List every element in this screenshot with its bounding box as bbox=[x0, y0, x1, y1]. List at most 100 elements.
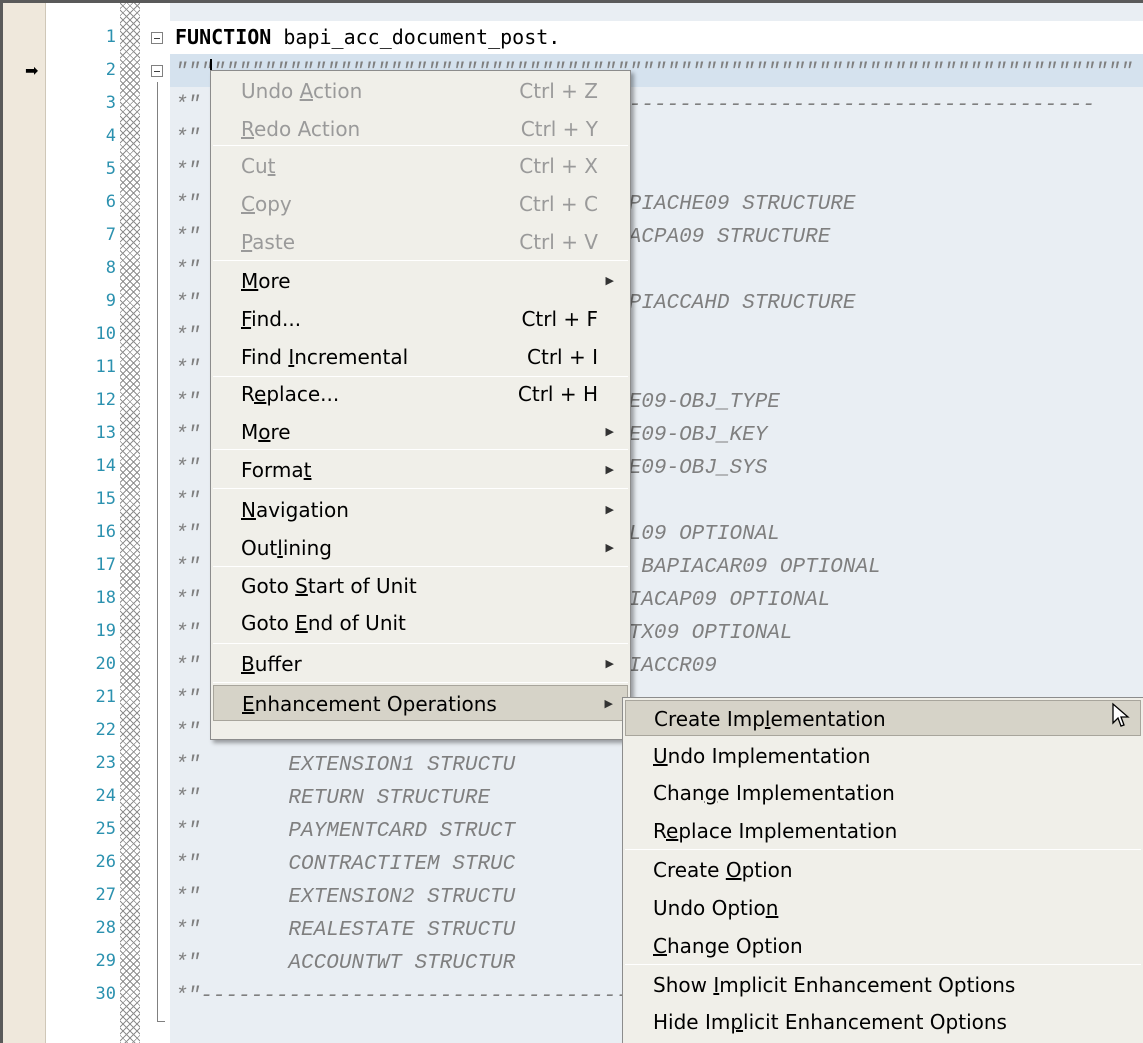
submenu-item[interactable]: Undo Option bbox=[625, 890, 1141, 926]
comment-text: *" bbox=[175, 490, 201, 513]
code-line: *" bbox=[175, 483, 200, 516]
label-part: aste bbox=[252, 230, 295, 254]
submenu-item[interactable]: Create Option bbox=[625, 852, 1141, 888]
menu-item-label: Copy bbox=[241, 192, 292, 216]
breakpoint-gutter[interactable] bbox=[3, 3, 45, 1043]
submenu-item-label: Replace Implementation bbox=[653, 819, 897, 843]
submenu-item[interactable]: Change Implementation bbox=[625, 775, 1141, 811]
submenu-item[interactable]: Show Implicit Enhancement Options bbox=[625, 967, 1141, 1003]
menu-item-label: Format bbox=[241, 458, 311, 482]
submenu-arrow-icon: ▶ bbox=[605, 657, 614, 670]
menu-item[interactable]: Undo Action Ctrl + Z bbox=[213, 73, 628, 109]
menu-separator bbox=[625, 964, 1141, 965]
menu-item-label: Find... bbox=[241, 307, 301, 331]
submenu-item[interactable]: Replace Implementation bbox=[625, 813, 1141, 849]
code-line: *" bbox=[175, 252, 200, 285]
menu-item[interactable]: Find Incremental Ctrl + I bbox=[213, 339, 628, 375]
comment-text: *" bbox=[175, 325, 201, 348]
mnemonic: B bbox=[241, 652, 255, 676]
menu-item[interactable]: Goto Start of Unit bbox=[213, 568, 628, 604]
shortcut-label: Ctrl + I bbox=[527, 345, 598, 369]
submenu-arrow-icon: ▶ bbox=[605, 425, 614, 438]
fold-guide-line bbox=[157, 82, 158, 1022]
code-line: *" EXTENSION2 STRUCTU bbox=[175, 879, 515, 912]
submenu-item-label: Undo Implementation bbox=[653, 744, 870, 768]
submenu-arrow-icon: ▶ bbox=[605, 463, 614, 476]
menu-item[interactable]: Paste Ctrl + V bbox=[213, 224, 628, 260]
menu-item-label: Find Incremental bbox=[241, 345, 408, 369]
menu-item[interactable]: Redo Action Ctrl + Y bbox=[213, 111, 628, 147]
code-text: bapi_acc_document_post. bbox=[271, 25, 561, 49]
label-part: nd of Unit bbox=[307, 611, 406, 635]
label-part: ementation bbox=[770, 707, 886, 731]
menu-item[interactable]: Outlining ▶ bbox=[213, 530, 628, 566]
label-part: Chan bbox=[653, 781, 705, 805]
label-part: Undo bbox=[241, 79, 300, 103]
menu-item[interactable]: Copy Ctrl + C bbox=[213, 186, 628, 222]
line-number: 7 bbox=[105, 225, 116, 245]
line-number: 26 bbox=[95, 852, 116, 872]
collapse-icon[interactable] bbox=[151, 65, 163, 77]
submenu-item-label: Change Option bbox=[653, 934, 803, 958]
menu-separator bbox=[213, 488, 628, 489]
mnemonic: e bbox=[666, 819, 679, 843]
menu-item[interactable]: Buffer ▶ bbox=[213, 646, 628, 682]
line-number: 18 bbox=[95, 588, 116, 608]
label-part: Find bbox=[241, 345, 289, 369]
submenu-item[interactable]: Undo Implementation bbox=[625, 738, 1141, 774]
submenu-item-label: Create Implementation bbox=[654, 707, 886, 731]
shortcut-label: Ctrl + Y bbox=[520, 117, 598, 141]
mnemonic: O bbox=[725, 858, 742, 882]
menu-item[interactable]: Cut Ctrl + X bbox=[213, 148, 628, 184]
menu-item-label: Replace... bbox=[241, 382, 339, 406]
shortcut-label: Ctrl + V bbox=[519, 230, 598, 254]
label-part: ncremental bbox=[294, 345, 409, 369]
line-number: 4 bbox=[105, 126, 116, 146]
mnemonic: n bbox=[765, 896, 779, 920]
label-part: ind... bbox=[251, 307, 302, 331]
label-part: nhancement Operations bbox=[254, 692, 497, 716]
label-part: M bbox=[241, 420, 259, 444]
menu-item[interactable]: Find... Ctrl + F bbox=[213, 301, 628, 337]
label-part: Hide Im bbox=[653, 1010, 731, 1034]
label-part: ore bbox=[258, 269, 291, 293]
submenu-arrow-icon: ▶ bbox=[605, 274, 614, 287]
menu-item-label: Paste bbox=[241, 230, 295, 254]
submenu-item[interactable]: Hide Implicit Enhancement Options bbox=[625, 1004, 1141, 1040]
mnemonic: A bbox=[299, 79, 313, 103]
menu-item[interactable]: Goto End of Unit bbox=[213, 605, 628, 641]
line-number: 3 bbox=[105, 93, 116, 113]
menu-item[interactable]: Format ▶ bbox=[213, 452, 628, 488]
label-part: hange Option bbox=[666, 934, 803, 958]
code-line: *" bbox=[175, 120, 200, 153]
menu-item-label: Enhancement Operations bbox=[242, 692, 497, 716]
menu-item[interactable]: Enhancement Operations ▶ bbox=[213, 685, 628, 721]
code-line: *" REALESTATE STRUCTU bbox=[175, 912, 515, 945]
line-number: 19 bbox=[95, 621, 116, 641]
comment-text: *" ACCOUNTWT STRUCTUR bbox=[175, 952, 516, 975]
submenu-item[interactable]: Create Implementation bbox=[625, 700, 1141, 736]
label-part: avigation bbox=[255, 498, 349, 522]
shortcut-label: Ctrl + F bbox=[521, 307, 598, 331]
menu-item[interactable]: Replace... Ctrl + H bbox=[213, 376, 628, 412]
label-part: edo Action bbox=[254, 117, 361, 141]
execution-arrow-icon: ➡ bbox=[25, 61, 39, 80]
code-line: *" EXTENSION1 STRUCTU bbox=[175, 747, 515, 780]
menu-item[interactable]: More ▶ bbox=[213, 263, 628, 299]
mnemonic: N bbox=[241, 498, 256, 522]
submenu-item[interactable]: Change Option bbox=[625, 928, 1141, 964]
mnemonic: F bbox=[241, 307, 252, 331]
line-number: 2 bbox=[105, 60, 116, 80]
collapse-icon[interactable] bbox=[151, 32, 163, 44]
fold-guide-end bbox=[157, 1021, 165, 1022]
code-line: *" bbox=[175, 681, 200, 714]
submenu-arrow-icon: ▶ bbox=[604, 697, 613, 710]
shortcut-label: Ctrl + H bbox=[517, 382, 598, 406]
menu-item[interactable]: More ▶ bbox=[213, 414, 628, 450]
line-number: 16 bbox=[95, 522, 116, 542]
menu-item-label: Redo Action bbox=[241, 117, 360, 141]
mnemonic: R bbox=[241, 117, 254, 141]
menu-item[interactable]: Navigation ▶ bbox=[213, 492, 628, 528]
menu-separator bbox=[213, 682, 628, 683]
mnemonic: E bbox=[242, 692, 255, 716]
